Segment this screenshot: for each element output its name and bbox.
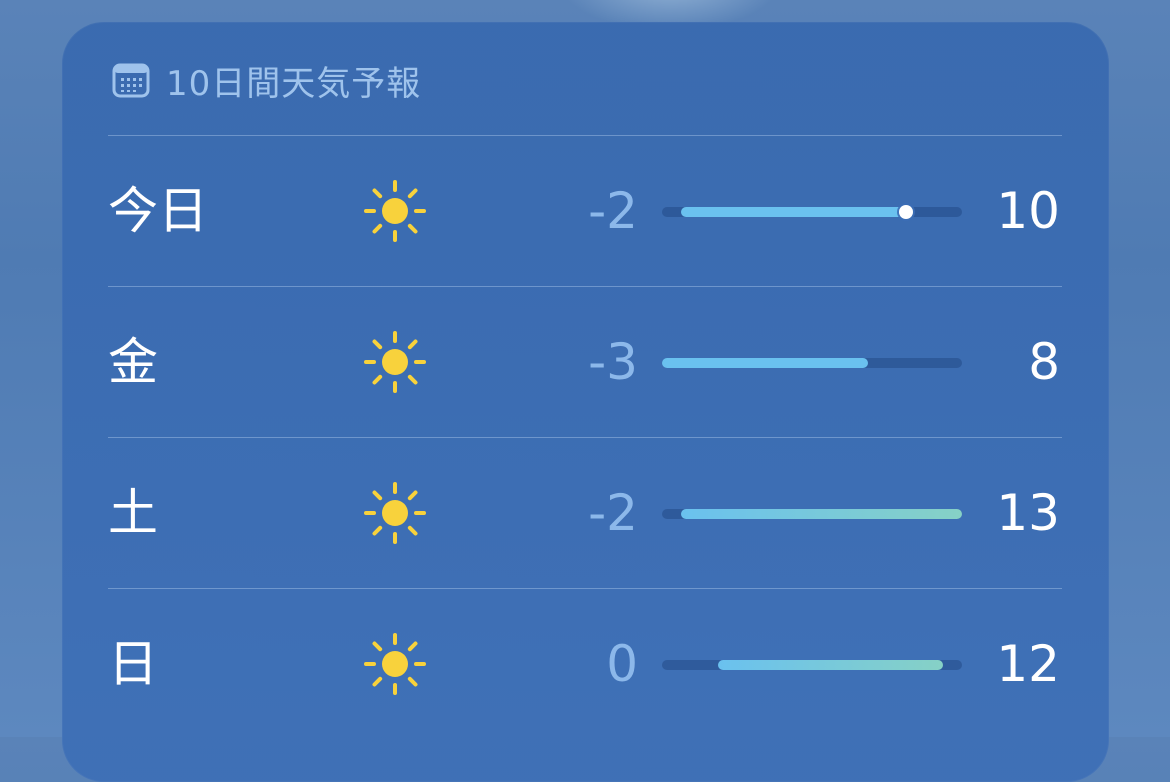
sun-ray bbox=[407, 188, 418, 199]
day-label: 今日 bbox=[108, 182, 208, 240]
low-temp: -3 bbox=[588, 333, 638, 391]
forecast-row[interactable]: 金 -3 8 bbox=[108, 287, 1062, 437]
sun-ray bbox=[407, 374, 418, 385]
sun-ray bbox=[407, 676, 418, 687]
sun-ray bbox=[372, 188, 383, 199]
sun-ray bbox=[372, 490, 383, 501]
day-label: 土 bbox=[108, 484, 158, 542]
sun-ray bbox=[407, 490, 418, 501]
sun-core bbox=[382, 198, 408, 224]
forecast-row[interactable]: 日 0 12 bbox=[108, 589, 1062, 739]
sun-ray bbox=[407, 525, 418, 536]
sun-icon bbox=[364, 180, 426, 242]
current-temp-dot bbox=[898, 205, 913, 219]
sun-icon bbox=[364, 331, 426, 393]
temp-range-bar bbox=[662, 358, 962, 368]
low-temp: -2 bbox=[588, 484, 638, 542]
high-temp: 12 bbox=[996, 635, 1060, 693]
ten-day-forecast-card: 10日間天気予報 今日 -2 10 金 -3 8 土 -2 13 日 0 12 bbox=[62, 22, 1109, 782]
temp-range-fill bbox=[718, 660, 944, 670]
high-temp: 8 bbox=[1028, 333, 1060, 391]
temp-range-bar bbox=[662, 660, 962, 670]
temp-range-bar bbox=[662, 509, 962, 519]
low-temp: 0 bbox=[606, 635, 638, 693]
sun-ray bbox=[407, 641, 418, 652]
temp-range-fill bbox=[680, 509, 962, 519]
sun-ray bbox=[407, 339, 418, 350]
sun-icon bbox=[364, 633, 426, 695]
forecast-row[interactable]: 今日 -2 10 bbox=[108, 136, 1062, 286]
forecast-row[interactable]: 土 -2 13 bbox=[108, 438, 1062, 588]
low-temp: -2 bbox=[588, 182, 638, 240]
sun-ray bbox=[372, 525, 383, 536]
forecast-title: 10日間天気予報 bbox=[166, 63, 422, 104]
high-temp: 10 bbox=[996, 182, 1060, 240]
sun-core bbox=[382, 651, 408, 677]
sun-core bbox=[382, 349, 408, 375]
temp-range-fill bbox=[680, 207, 906, 217]
sun-core bbox=[382, 500, 408, 526]
temp-range-bar bbox=[662, 205, 962, 219]
forecast-header: 10日間天気予報 bbox=[112, 58, 422, 104]
sun-ray bbox=[407, 223, 418, 234]
sun-ray bbox=[372, 223, 383, 234]
day-label: 金 bbox=[108, 333, 158, 391]
sun-ray bbox=[372, 339, 383, 350]
sun-icon bbox=[364, 482, 426, 544]
sun-ray bbox=[372, 641, 383, 652]
calendar-icon bbox=[112, 63, 150, 98]
sun-ray bbox=[372, 676, 383, 687]
sun-ray bbox=[372, 374, 383, 385]
day-label: 日 bbox=[108, 635, 158, 693]
high-temp: 13 bbox=[996, 484, 1060, 542]
temp-range-fill bbox=[662, 358, 869, 368]
